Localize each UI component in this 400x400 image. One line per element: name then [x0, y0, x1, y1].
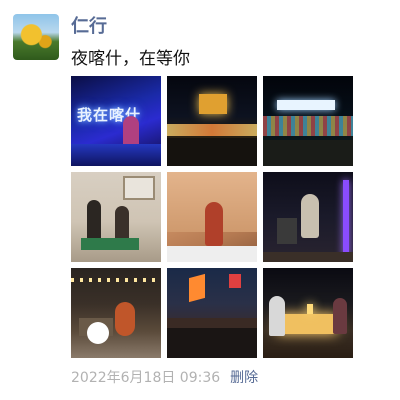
flag — [229, 274, 241, 288]
photo-3[interactable] — [263, 76, 353, 166]
photo-1[interactable]: 我在喀什 — [71, 76, 161, 166]
street-lights — [167, 124, 257, 136]
stage — [167, 246, 257, 262]
crowd — [167, 138, 257, 166]
timestamp: 2022年6月18日 09:36 — [71, 370, 221, 386]
photo-grid: 我在喀什 — [71, 76, 355, 358]
lamp — [307, 304, 313, 314]
post-meta: 2022年6月18日 09:36 删除 — [71, 367, 258, 387]
guitarist-figure — [301, 194, 319, 238]
guitar — [115, 302, 135, 336]
photo-6[interactable] — [263, 172, 353, 262]
ground — [263, 140, 353, 166]
crowd — [167, 318, 257, 358]
floor — [263, 252, 353, 262]
seated-person — [87, 200, 101, 240]
delete-link[interactable]: 删除 — [230, 367, 258, 387]
lit-tower — [199, 94, 227, 114]
avatar[interactable] — [13, 14, 59, 60]
diner-figure — [269, 296, 285, 336]
string-lights — [71, 278, 161, 282]
lit-sign — [277, 100, 335, 110]
white-circle — [87, 322, 109, 344]
neon-bar — [343, 180, 349, 256]
photo-8[interactable] — [167, 268, 257, 358]
singer-figure — [205, 202, 223, 246]
green-chair — [81, 238, 139, 250]
post-text: 夜喀什，在等你 — [71, 49, 190, 69]
amplifier — [277, 218, 297, 244]
string-lights — [263, 116, 353, 136]
diner-figure — [333, 298, 347, 334]
photo-5[interactable] — [167, 172, 257, 262]
photo-9[interactable] — [263, 268, 353, 358]
window — [123, 176, 155, 200]
photo-2[interactable] — [167, 76, 257, 166]
photo-4[interactable] — [71, 172, 161, 262]
lit-table — [277, 314, 337, 334]
photo-7[interactable] — [71, 268, 161, 358]
username[interactable]: 仁行 — [71, 12, 107, 38]
flag — [189, 273, 205, 303]
stage-glow — [71, 144, 161, 166]
